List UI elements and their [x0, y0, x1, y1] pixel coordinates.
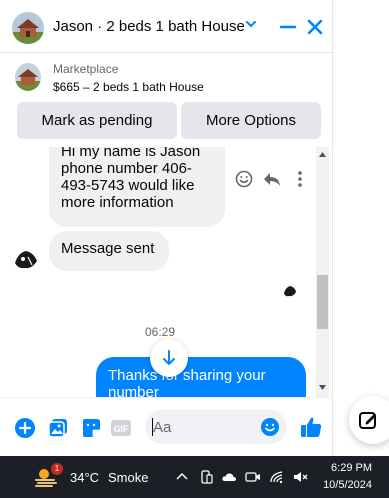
meet-now-icon[interactable]: [245, 469, 261, 485]
scrollbar[interactable]: [316, 147, 329, 397]
wifi-icon[interactable]: [269, 469, 285, 485]
chevron-down-icon[interactable]: [244, 17, 258, 31]
onedrive-cloud-icon[interactable]: [221, 469, 237, 485]
chat-header[interactable]: Jason · 2 beds 1 bath House: [0, 0, 333, 53]
scroll-up-arrow-icon[interactable]: [318, 151, 327, 159]
photo-icon[interactable]: [47, 417, 69, 439]
message-list[interactable]: Hi my name is Jason phone number 406-493…: [0, 147, 333, 397]
message-composer: GIF: [0, 397, 333, 456]
message-input-wrapper[interactable]: [145, 410, 287, 444]
emoji-icon[interactable]: [260, 417, 280, 437]
conversation-title[interactable]: Jason · 2 beds 1 bath House: [53, 18, 245, 35]
chevron-up-icon[interactable]: [174, 469, 190, 485]
message-input[interactable]: [153, 415, 253, 439]
react-emoji-icon[interactable]: [234, 169, 254, 189]
phone-link-icon[interactable]: [198, 469, 214, 485]
more-options-button[interactable]: More Options: [181, 102, 321, 139]
listing-avatar[interactable]: [12, 12, 44, 44]
new-message-button[interactable]: [349, 396, 389, 444]
notification-badge: 1: [51, 463, 63, 475]
arrow-down-icon: [163, 350, 175, 365]
clock-date[interactable]: 10/5/2024: [316, 479, 372, 491]
windows-taskbar: 1 34°C Smoke 6:29 PM 10/5/2024: [0, 456, 389, 498]
close-icon[interactable]: [305, 17, 325, 37]
minimize-icon[interactable]: [279, 18, 297, 36]
sticker-icon[interactable]: [80, 417, 102, 439]
incoming-message[interactable]: Message sent: [49, 231, 169, 271]
compose-icon: [359, 412, 376, 429]
sender-avatar[interactable]: [12, 245, 40, 273]
marketplace-label: Marketplace: [53, 62, 119, 76]
plus-icon[interactable]: [14, 417, 36, 439]
marketplace-listing-panel: Marketplace $665 – 2 beds 1 bath House M…: [0, 54, 333, 146]
speaker-muted-icon[interactable]: [292, 469, 308, 485]
listing-price-title[interactable]: $665 – 2 beds 1 bath House: [53, 80, 204, 94]
listing-thumbnail[interactable]: [15, 63, 41, 91]
outgoing-message[interactable]: Thanks for sharing your number: [96, 357, 306, 397]
scroll-down-arrow-icon[interactable]: [318, 383, 327, 391]
incoming-message[interactable]: Hi my name is Jason phone number 406-493…: [49, 147, 225, 227]
thumbs-up-icon[interactable]: [299, 415, 323, 439]
message-timestamp: 06:29: [144, 325, 176, 339]
temperature[interactable]: 34°C: [70, 470, 99, 485]
more-actions-icon[interactable]: [297, 169, 303, 189]
weather-description[interactable]: Smoke: [108, 470, 148, 485]
chat-window: Jason · 2 beds 1 bath House Marketplace …: [0, 0, 333, 456]
seen-indicator-avatar: [282, 283, 298, 299]
jump-to-latest-button[interactable]: [150, 339, 188, 377]
svg-text:GIF: GIF: [114, 424, 130, 434]
mark-as-pending-button[interactable]: Mark as pending: [17, 102, 177, 139]
gif-icon[interactable]: GIF: [110, 417, 132, 439]
scrollbar-thumb[interactable]: [317, 275, 328, 329]
clock-time[interactable]: 6:29 PM: [322, 462, 372, 474]
reply-icon[interactable]: [262, 169, 282, 189]
